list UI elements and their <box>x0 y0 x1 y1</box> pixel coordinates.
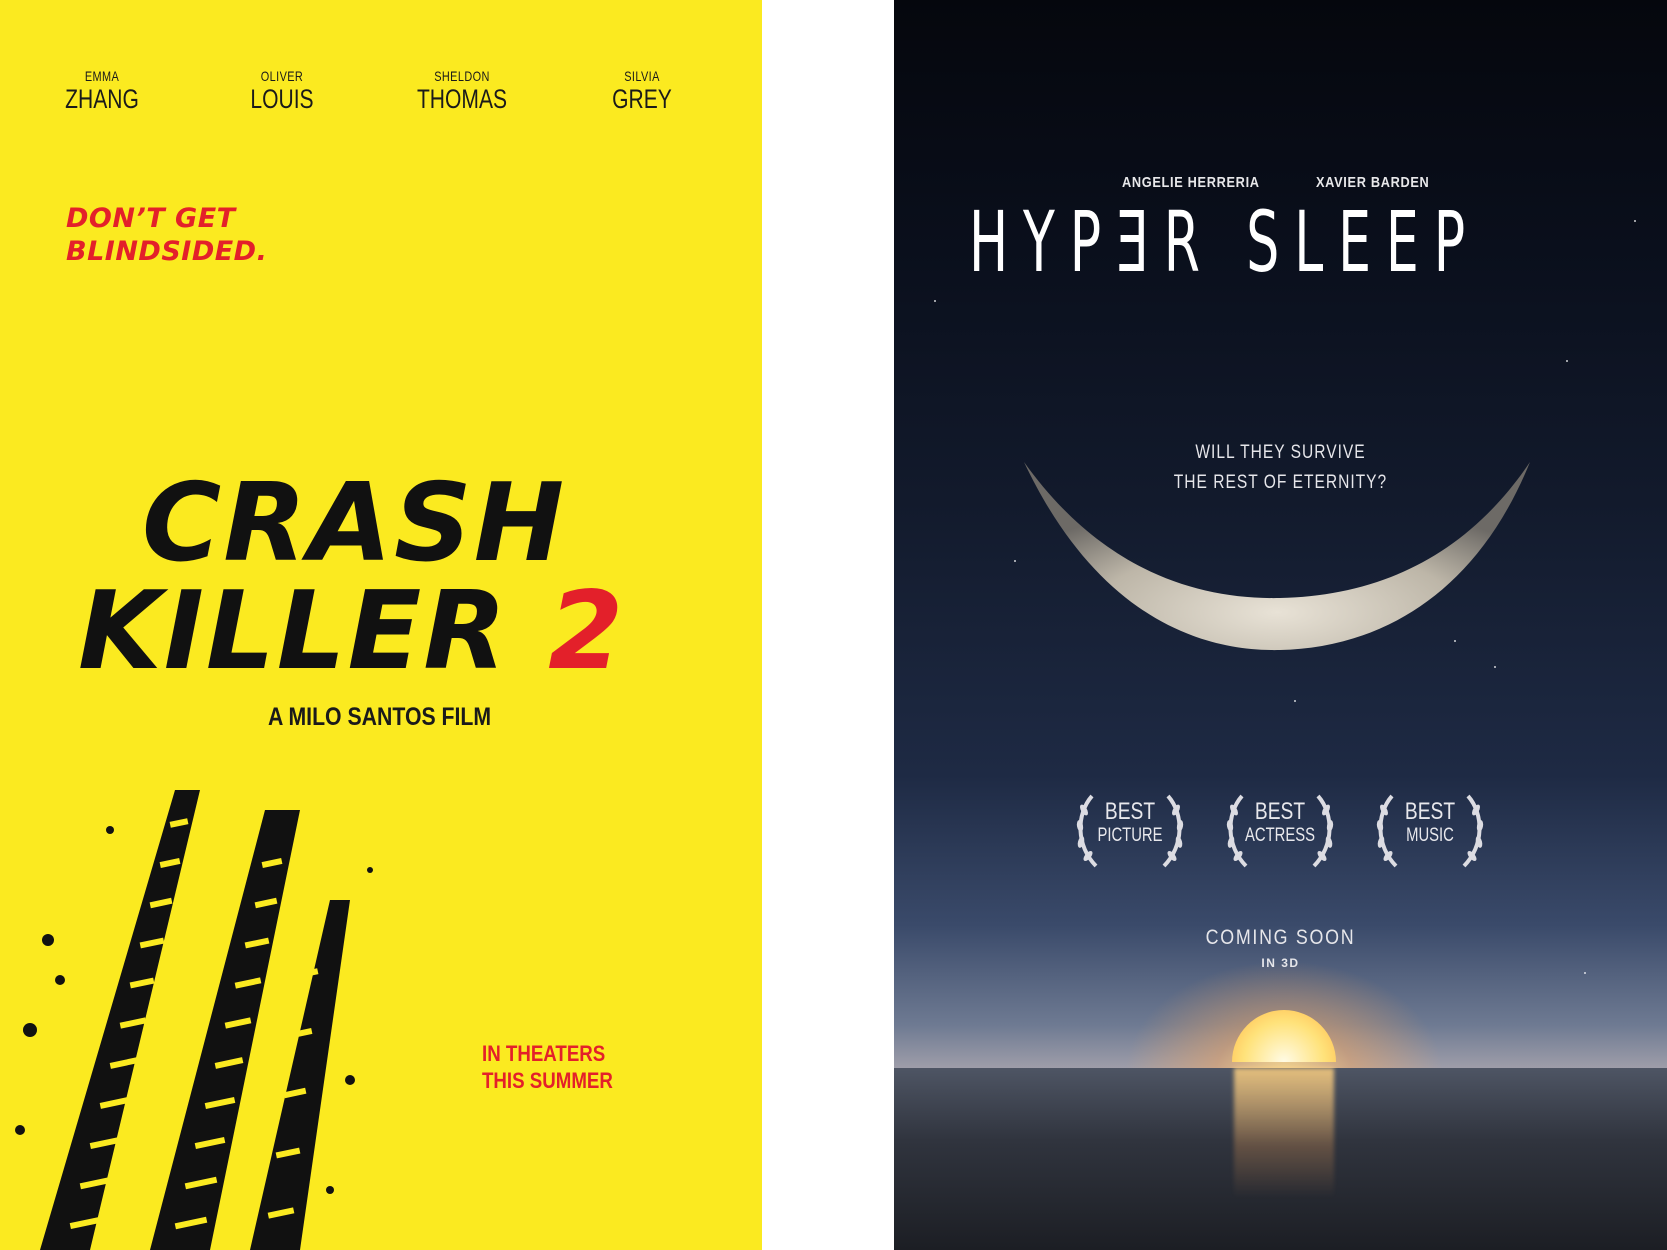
title-line: KILLER 2 <box>78 578 718 686</box>
award-line: BEST <box>1104 798 1156 825</box>
cast-first-name: SILVIA <box>624 68 660 84</box>
cast-last-name: GREY <box>612 84 672 114</box>
award-label: BEST ACTRESS <box>1220 800 1340 848</box>
cast-first-name: EMMA <box>84 68 120 84</box>
award-label: BEST MUSIC <box>1370 800 1490 848</box>
tagline: WILL THEY SURVIVE THE REST OF ETERNITY? <box>894 438 1667 498</box>
release-format: IN 3D <box>1261 956 1300 970</box>
cast-last-name: LOUIS <box>250 84 314 114</box>
cast-first-name: OLIVER <box>260 68 304 84</box>
tagline-line: WILL THEY SURVIVE <box>1195 442 1366 463</box>
cast-list: EMMA ZHANG OLIVER LOUIS SHELDON THOMAS S… <box>0 68 762 128</box>
star <box>1584 972 1586 974</box>
cast-member: EMMA ZHANG <box>40 68 165 114</box>
star <box>1294 700 1296 702</box>
award-laurel: BEST MUSIC <box>1370 790 1490 870</box>
movie-title: CRASH KILLER 2 <box>78 470 718 686</box>
award-line: BEST <box>1404 798 1456 825</box>
cast-last-name: THOMAS <box>416 84 508 114</box>
poster-hypersleep: ANGELIE HERRERIA XAVIER BARDEN HYPƎR SLE… <box>894 0 1667 1250</box>
release-info: IN THEATERS THIS SUMMER <box>482 1040 613 1094</box>
cast-last-name: ZHANG <box>65 84 139 114</box>
release-main: COMING SOON <box>1205 926 1356 949</box>
award-category: MUSIC <box>1406 825 1454 846</box>
title-line: CRASH <box>142 461 567 586</box>
crescent-moon-icon <box>1024 462 1530 651</box>
director-credit: A MILO SANTOS FILM <box>268 703 492 731</box>
title-word: KILLER <box>78 569 509 694</box>
tagline-line: DON’T GET <box>66 203 236 234</box>
cast-member: SILVIA GREY <box>580 68 705 114</box>
cast-member: XAVIER BARDEN <box>1316 174 1430 191</box>
tagline: DON’T GET BLINDSIDED. <box>66 202 267 268</box>
award-label: BEST PICTURE <box>1070 800 1190 848</box>
poster-crash-killer: EMMA ZHANG OLIVER LOUIS SHELDON THOMAS S… <box>0 0 762 1250</box>
sun-reflection <box>1234 1068 1334 1198</box>
cast-member: ANGELIE HERRERIA <box>1122 174 1260 191</box>
tagline-line: THE REST OF ETERNITY? <box>1173 472 1388 493</box>
cast-member: OLIVER LOUIS <box>220 68 345 114</box>
cast-member: SHELDON THOMAS <box>400 68 525 114</box>
awards-row: BEST PICTURE BEST ACTRESS BEST MUSIC <box>894 790 1667 870</box>
release-line: THIS SUMMER <box>482 1068 613 1093</box>
release-info: COMING SOON IN 3D <box>894 926 1667 970</box>
award-laurel: BEST PICTURE <box>1070 790 1190 870</box>
award-category: ACTRESS <box>1244 825 1316 846</box>
award-line: BEST <box>1254 798 1306 825</box>
sequel-number: 2 <box>548 569 626 694</box>
tire-tracks-icon <box>15 790 373 1250</box>
award-laurel: BEST ACTRESS <box>1220 790 1340 870</box>
cast-first-name: SHELDON <box>434 68 490 84</box>
movie-title: HYPƎR SLEEP <box>969 193 1481 291</box>
tagline-line: BLINDSIDED. <box>66 236 268 267</box>
release-line: IN THEATERS <box>482 1041 606 1066</box>
award-category: PICTURE <box>1097 825 1163 846</box>
